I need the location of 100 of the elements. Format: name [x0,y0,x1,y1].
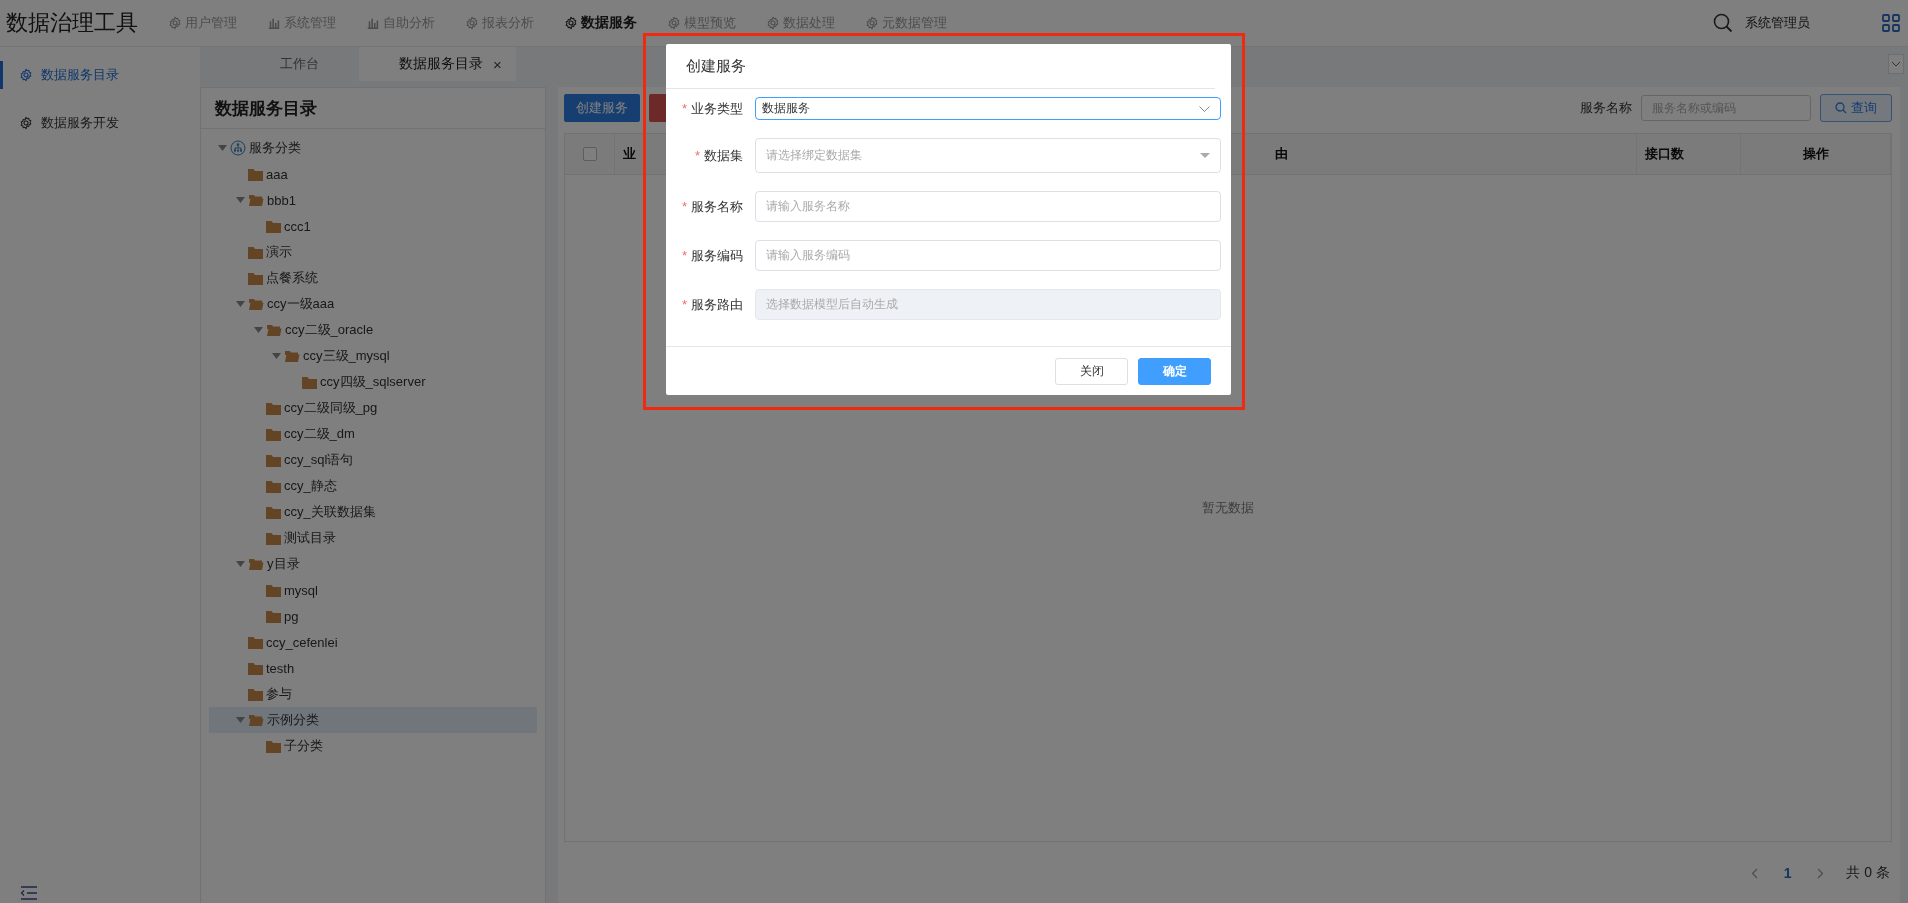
create-button[interactable]: 创建服务 [564,94,640,122]
gear-icon [465,16,479,30]
folder-icon [266,531,281,545]
tab[interactable]: 数据服务目录 × [359,47,516,81]
empty-message: 暂无数据 [1202,499,1254,517]
caret-icon[interactable] [235,301,245,307]
select-field[interactable]: 数据服务 [755,97,1221,120]
app-grid-icon[interactable] [1882,14,1900,32]
panel-title: 数据服务目录 [201,88,545,129]
input-field[interactable]: 请输入服务编码 [755,240,1221,271]
caret-icon[interactable] [235,561,245,567]
folder-icon [266,505,281,519]
folder-icon [248,167,263,181]
folder-icon [302,375,317,389]
tree-item[interactable]: ccc1 [209,213,537,239]
tree-item[interactable]: aaa [209,161,537,187]
tree-item[interactable]: ccy_关联数据集 [209,499,537,525]
tree-item[interactable]: bbb1 [209,187,537,213]
tree-item[interactable]: 点餐系统 [209,265,537,291]
bar-chart-icon [366,16,380,30]
collapse-menu-icon[interactable] [20,886,38,900]
checkbox[interactable] [582,147,597,161]
chevron-down-icon [1199,105,1210,112]
folder-icon [248,245,263,259]
folder-icon [266,401,281,415]
tree-item[interactable]: testh [209,655,537,681]
caret-icon[interactable] [235,197,245,203]
field-label: * 服务路由 [681,295,743,314]
folder-icon [266,453,281,467]
open-folder-icon [248,193,264,207]
search-icon [1835,102,1847,114]
gear-icon [865,16,879,30]
gear-icon [168,16,182,30]
tree-item[interactable]: ccy四级_sqlserver [209,369,537,395]
sidebar-item[interactable]: 数据服务开发 [0,109,200,137]
open-folder-icon [248,297,264,311]
gear-icon [19,68,33,82]
bar-chart-icon [267,16,281,30]
tree-item[interactable]: ccy二级同级_pg [209,395,537,421]
folder-icon [266,609,281,623]
chevron-down-icon [1892,61,1900,67]
confirm-button[interactable]: 确定 [1138,357,1211,385]
caret-icon[interactable] [217,145,227,151]
folder-icon [248,271,263,285]
tree-item[interactable]: ccy二级_oracle [209,317,537,343]
folder-icon [266,427,281,441]
total-count: 共 0 条 [1846,864,1890,882]
tree-item[interactable]: 服务分类 [209,135,537,161]
select-field[interactable]: 请选择绑定数据集 [755,138,1221,173]
dialog-title: 创建服务 [686,56,746,76]
close-icon[interactable]: × [493,55,502,73]
gear-icon [19,116,33,130]
folder-icon [248,687,263,701]
tree-item[interactable]: mysql [209,577,537,603]
search-label: 服务名称 [1580,99,1632,117]
query-button[interactable]: 查询 [1820,94,1892,122]
field-label: * 服务编码 [681,246,743,265]
folder-icon [248,635,263,649]
input-field[interactable]: 请输入服务名称 [755,191,1221,222]
caret-icon[interactable] [253,327,263,333]
tree-item[interactable]: ccy_sql语句 [209,447,537,473]
tree-item[interactable]: pg [209,603,537,629]
open-folder-icon [248,557,264,571]
tree-item[interactable]: ccy二级_dm [209,421,537,447]
field-label: * 服务名称 [681,197,743,216]
field-label: * 业务类型 [681,99,743,118]
user-name[interactable]: 系统管理员 [1745,14,1810,32]
nav-item[interactable]: 数据服务 [564,14,637,32]
org-chart-icon [230,140,246,156]
tree-item[interactable]: 参与 [209,681,537,707]
tree-item[interactable]: ccy_cefenlei [209,629,537,655]
folder-icon [266,479,281,493]
tree-item[interactable]: 子分类 [209,733,537,759]
folder-icon [248,661,263,675]
caret-icon [1200,153,1210,158]
open-folder-icon [266,323,282,337]
tree-item[interactable]: 示例分类 [209,707,537,733]
column-header: 操作 [1741,134,1891,174]
folder-icon [266,739,281,753]
close-button[interactable]: 关闭 [1055,357,1128,385]
search-icon[interactable] [1713,13,1733,33]
tab[interactable]: 工作台 [260,47,339,81]
app-title: 数据治理工具 [5,9,139,37]
folder-icon [266,219,281,233]
tab-menu-button[interactable] [1888,54,1904,74]
chevron-left-icon[interactable] [1750,867,1758,879]
gear-icon [766,16,780,30]
caret-icon[interactable] [271,353,281,359]
tree-item[interactable]: ccy三级_mysql [209,343,537,369]
tree-item[interactable]: 测试目录 [209,525,537,551]
chevron-right-icon[interactable] [1817,867,1825,879]
tree-item[interactable]: ccy_静态 [209,473,537,499]
open-folder-icon [248,713,264,727]
tree-item[interactable]: 演示 [209,239,537,265]
open-folder-icon [284,349,300,363]
caret-icon[interactable] [235,717,245,723]
gear-icon [564,16,578,30]
folder-icon [266,583,281,597]
tree-item[interactable]: y目录 [209,551,537,577]
page-button[interactable]: 1 [1779,865,1796,881]
